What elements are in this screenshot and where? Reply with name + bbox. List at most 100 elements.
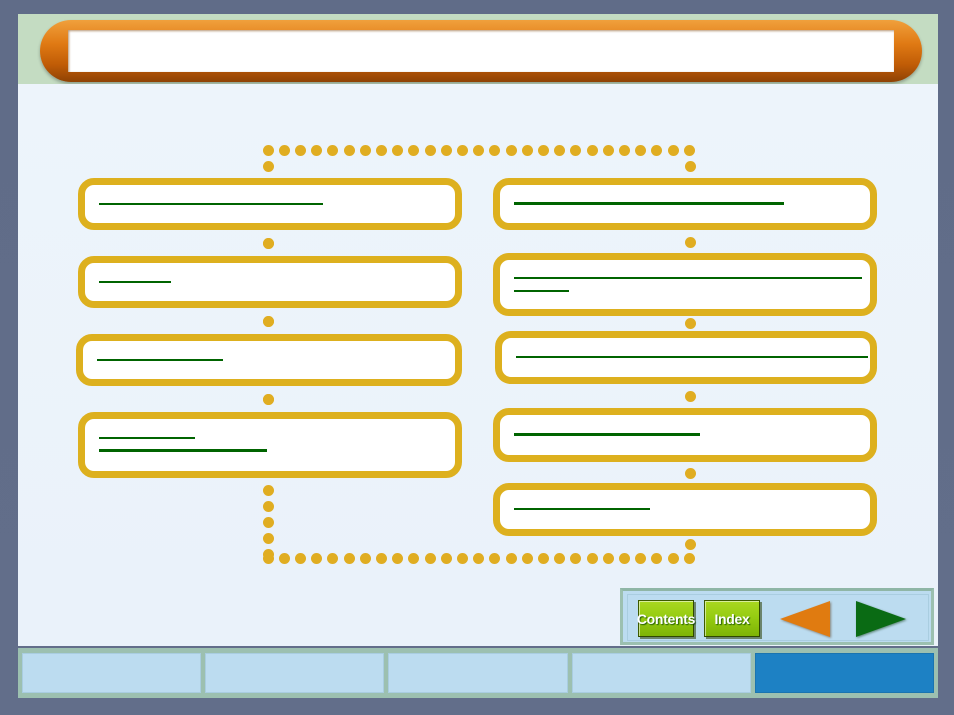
content-panel [18, 84, 938, 646]
connector-dot [359, 552, 371, 564]
hyperlink[interactable] [97, 358, 441, 361]
connector-dot [537, 144, 549, 156]
link-box-right-4[interactable] [493, 408, 877, 462]
link-lines [97, 341, 441, 379]
connector-dot [602, 144, 614, 156]
connector-dot [375, 552, 387, 564]
connector-dot [554, 144, 566, 156]
hyperlink-underline [99, 437, 195, 439]
hyperlink-underline [514, 432, 700, 436]
hyperlink-underline [514, 276, 862, 279]
connector-dot [667, 552, 679, 564]
connector-dot [651, 144, 663, 156]
hyperlink[interactable] [99, 437, 441, 439]
link-lines [99, 419, 441, 471]
connector-dot [521, 144, 533, 156]
hyperlink[interactable] [514, 201, 856, 205]
contents-button[interactable]: Contents [636, 600, 696, 637]
connector-dot [684, 390, 696, 402]
connector-dot [684, 538, 696, 550]
link-box-left-4[interactable] [78, 412, 462, 478]
triangle-left-icon[interactable] [780, 601, 830, 637]
connector-dot [618, 552, 630, 564]
connector-dot [505, 552, 517, 564]
link-lines [514, 490, 856, 529]
bottom-tab-3[interactable] [388, 653, 568, 693]
bottom-tab-1[interactable] [22, 653, 202, 693]
hyperlink[interactable] [99, 202, 441, 205]
connector-dot [424, 144, 436, 156]
link-box-right-1[interactable] [493, 178, 877, 230]
connector-dot [440, 552, 452, 564]
hyperlink-underline [514, 201, 784, 205]
hyperlink-underline [516, 356, 868, 358]
title-banner-inner [68, 30, 894, 72]
connector-dot [570, 552, 582, 564]
connector-dot [327, 552, 339, 564]
link-box-left-2[interactable] [78, 256, 462, 308]
triangle-right-icon[interactable] [856, 601, 906, 637]
connector-dot [651, 552, 663, 564]
hyperlink[interactable] [514, 276, 862, 279]
connector-dot [554, 552, 566, 564]
connector-dot [586, 144, 598, 156]
application-window: Contents Index [0, 0, 954, 715]
bottom-tab-5[interactable] [754, 653, 935, 693]
connector-dot [262, 160, 274, 172]
connector-dot [408, 552, 420, 564]
index-button-label: Index [714, 610, 750, 627]
connector-dot [424, 552, 436, 564]
connector-dot [262, 533, 274, 545]
link-lines [516, 338, 868, 377]
hyperlink[interactable] [514, 289, 856, 292]
hyperlink[interactable] [99, 449, 441, 452]
bottom-tab-4[interactable] [571, 653, 751, 693]
hyperlink-underline [97, 358, 223, 361]
connector-dot [684, 236, 696, 248]
connector-dot [262, 315, 274, 327]
connector-dot [392, 144, 404, 156]
connector-dot [262, 393, 274, 405]
connector-dot [602, 552, 614, 564]
connector-dot [294, 144, 306, 156]
connector-dot [635, 144, 647, 156]
connector-dot [489, 144, 501, 156]
connector-dot [375, 144, 387, 156]
index-button[interactable]: Index [704, 600, 760, 637]
link-lines [99, 263, 441, 301]
connector-dot [343, 552, 355, 564]
hyperlink[interactable] [99, 280, 441, 283]
connector-dot [586, 552, 598, 564]
hyperlink[interactable] [516, 356, 868, 358]
link-box-right-2[interactable] [493, 253, 877, 316]
link-lines [514, 260, 862, 309]
connector-dot [521, 552, 533, 564]
contents-button-label: Contents [636, 610, 696, 627]
link-box-right-3[interactable] [495, 331, 877, 384]
bottom-tab-2[interactable] [205, 653, 385, 693]
link-box-left-3[interactable] [76, 334, 462, 386]
hyperlink-underline [99, 202, 323, 205]
connector-dot [408, 144, 420, 156]
connector-dot [262, 552, 274, 564]
hyperlink-underline [514, 289, 569, 292]
link-lines [99, 185, 441, 223]
hyperlink[interactable] [514, 508, 856, 510]
connector-dot [278, 144, 290, 156]
connector-dot [456, 552, 468, 564]
connector-dot [359, 144, 371, 156]
link-box-right-5[interactable] [493, 483, 877, 536]
connector-dot [537, 552, 549, 564]
connector-dot [618, 144, 630, 156]
connector-dot [505, 144, 517, 156]
connector-dot [456, 144, 468, 156]
connector-dot [311, 552, 323, 564]
connector-dot [684, 467, 696, 479]
link-box-left-1[interactable] [78, 178, 462, 230]
connector-dot [311, 144, 323, 156]
connector-dot [473, 144, 485, 156]
connector-dot [635, 552, 647, 564]
title-banner [40, 20, 922, 82]
hyperlink[interactable] [514, 432, 856, 436]
connector-dot [262, 500, 274, 512]
